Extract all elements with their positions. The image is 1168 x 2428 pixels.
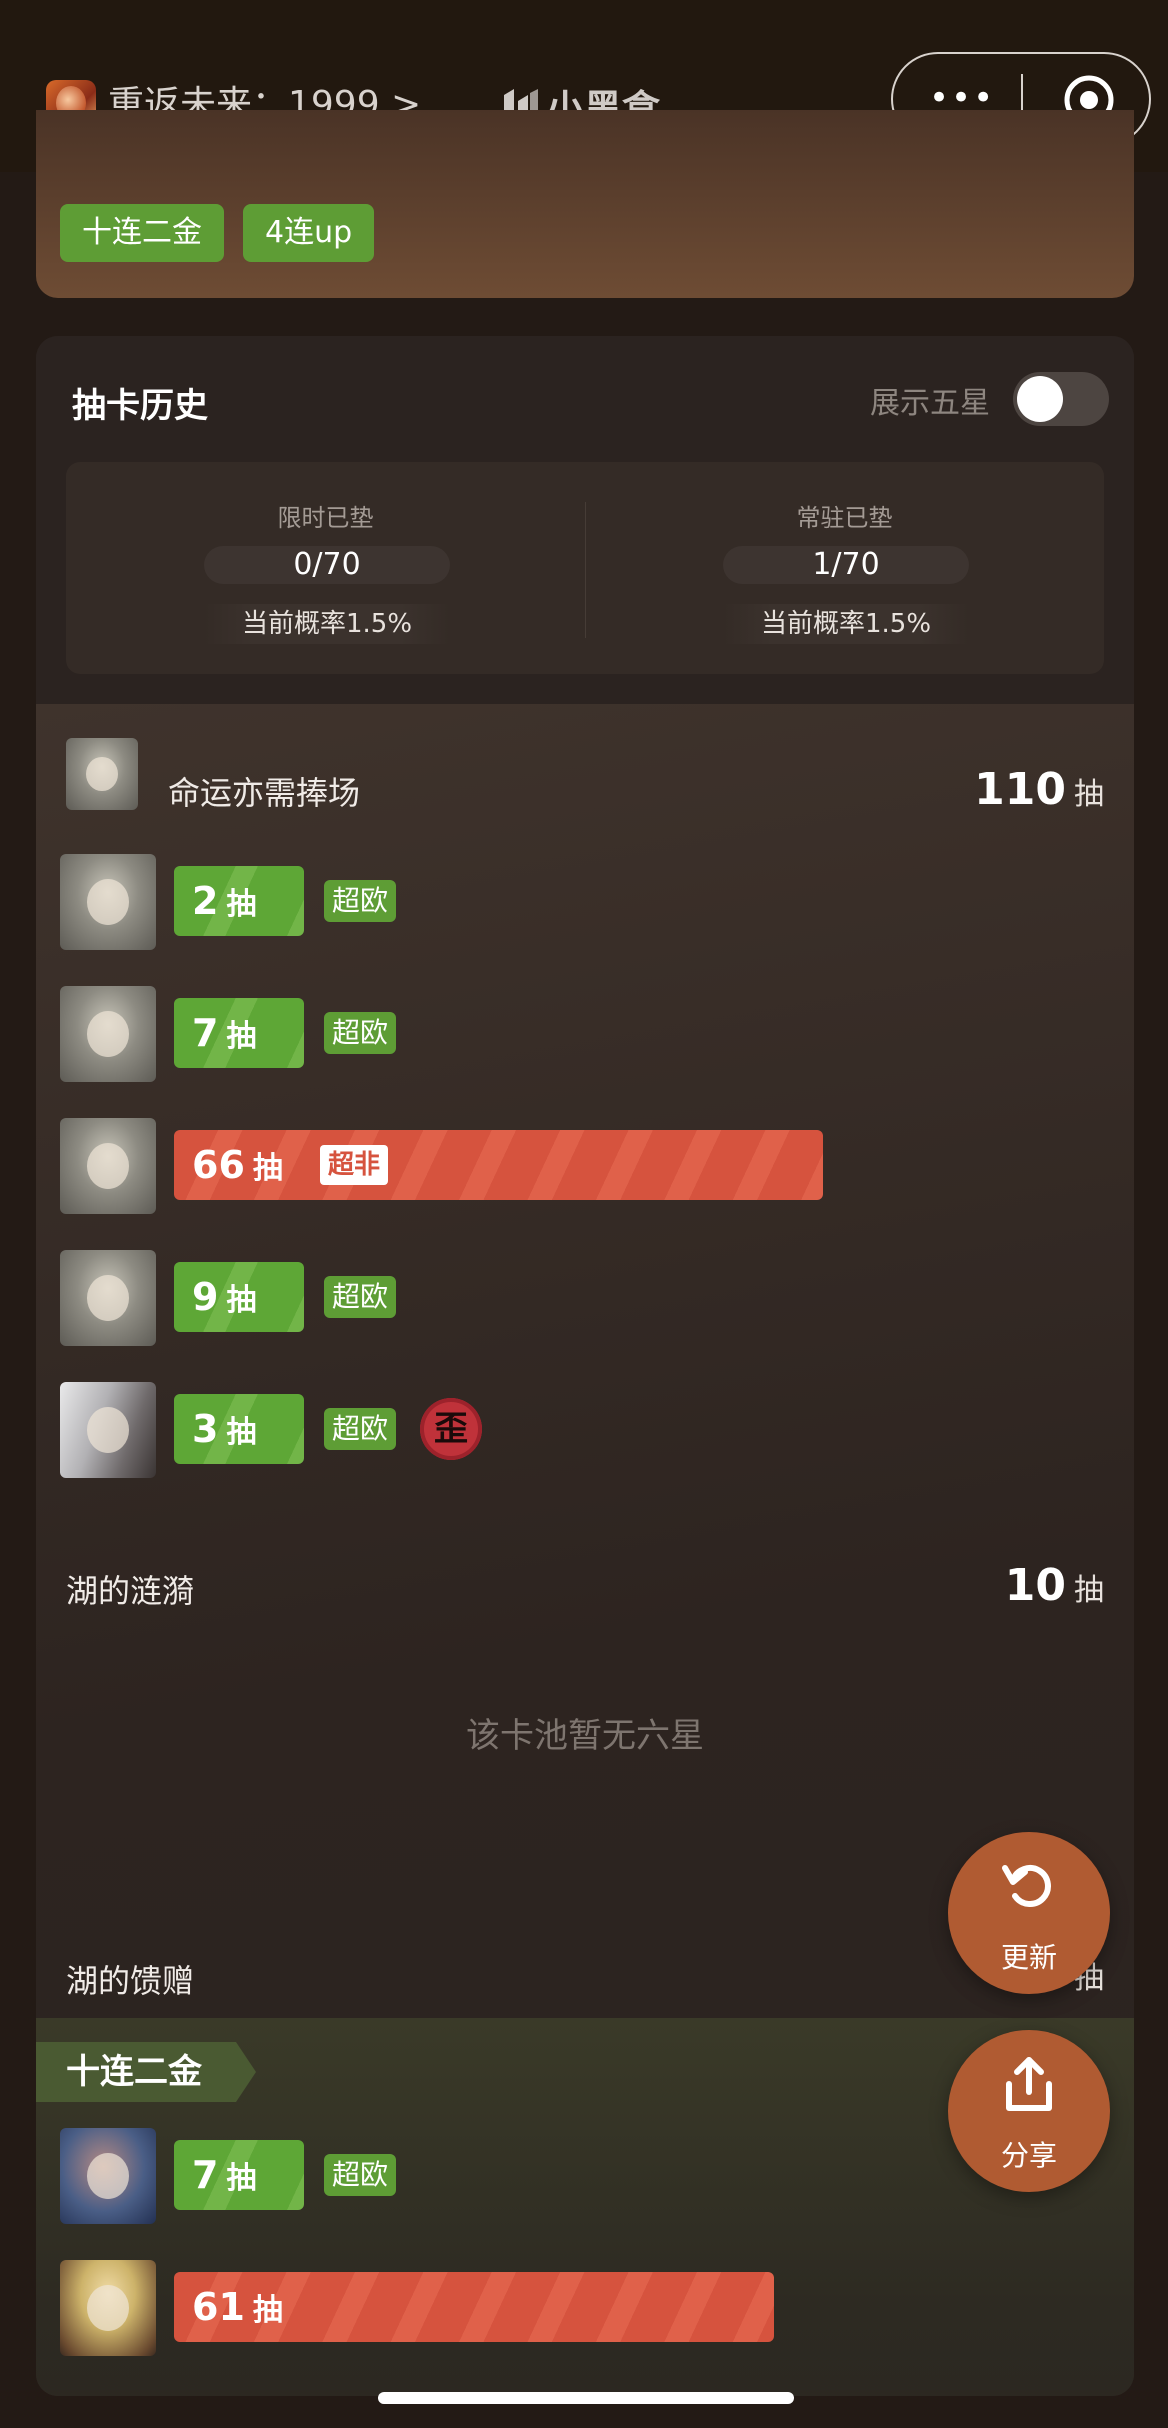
standard-pity-label: 常驻已垫 [796,504,893,532]
lucky-badge: 超欧 [324,880,397,922]
history-header: 抽卡历史 展示五星 限时已垫 0/70 当前概率1.5% 常驻已垫 1/70 当… [36,336,1134,704]
pull-count-bar: 66 抽 [174,1130,823,1200]
avatar-face [86,2152,130,2200]
standard-pity-stat: 常驻已垫 1/70 当前概率1.5% [585,462,1104,674]
pull-count-bar: 2抽 [174,866,304,936]
pool-total-pulls: 110 抽 [974,764,1104,815]
character-avatar [60,2260,156,2356]
home-indicator[interactable] [378,2392,794,2404]
tag-ten-pull-two-gold: 十连二金 [60,204,224,262]
pull-unit: 抽 [226,1415,257,1450]
pull-unit: 抽 [226,1283,257,1318]
pull-count: 7 [192,2153,219,2197]
pool-total-pulls: 10 抽 [1005,1560,1104,1611]
pull-unit: 抽 [226,2161,257,2196]
share-icon [1006,2057,1052,2111]
share-label: 分享 [1000,2139,1057,2172]
pull-unit: 抽 [252,1151,283,1186]
refresh-icon [1002,1865,1051,1907]
refresh-button[interactable]: 更新 [948,1832,1110,1994]
lucky-badge: 超欧 [324,1012,397,1054]
pool-name: 湖的馈赠 [66,1962,195,2000]
toggle-knob [1017,376,1063,422]
standard-pity-value: 1/70 [723,546,969,584]
character-avatar [60,2128,156,2224]
pity-stats: 限时已垫 0/70 当前概率1.5% 常驻已垫 1/70 当前概率1.5% [66,462,1104,674]
avatar-face [86,756,118,792]
limited-pity-stat: 限时已垫 0/70 当前概率1.5% [66,462,585,674]
pool-total-count: 110 [974,764,1066,815]
history-title: 抽卡历史 [72,386,208,426]
refresh-label: 更新 [1000,1941,1057,1974]
share-button[interactable]: 分享 [948,2030,1110,2192]
pull-unit: 抽 [226,1019,257,1054]
avatar-face [86,1274,130,1322]
tag-four-up-streak: 4连up [243,204,375,262]
pull-unit: 抽 [226,887,257,922]
empty-pool-message: 该卡池暂无六星 [466,1716,704,1756]
previous-summary-card: 十连二金 4连up [36,110,1134,298]
limited-pity-value: 0/70 [204,546,450,584]
avatar-face [86,2284,130,2332]
limited-pity-rate: 当前概率1.5% [204,604,450,644]
standard-pity-rate: 当前概率1.5% [723,604,969,644]
pull-count-bar: 7抽 [174,2140,304,2210]
character-avatar [60,986,156,1082]
pool-name: 命运亦需捧场 [168,774,361,812]
lucky-badge: 超欧 [324,2154,397,2196]
limited-pity-label: 限时已垫 [277,504,374,532]
avatar-face [86,1010,130,1058]
off-banner-stamp-icon: 歪 [420,1398,482,1460]
pull-count: 2 [192,879,219,923]
character-avatar [60,1250,156,1346]
avatar-face [86,1142,130,1190]
pull-count: 7 [192,1011,219,1055]
pull-count: 9 [192,1275,219,1319]
pull-count: 3 [192,1407,219,1451]
pull-count-bar: 9抽 [174,1262,304,1332]
pool-total-unit: 抽 [1074,777,1104,812]
pull-count: 66 [192,1143,245,1187]
show-five-star-label: 展示五星 [870,386,990,421]
pool-name: 湖的涟漪 [66,1572,195,1610]
character-avatar [60,1118,156,1214]
pull-unit: 抽 [252,2293,283,2328]
unlucky-badge: 超非 [320,1145,389,1185]
ten-pull-two-gold-ribbon: 十连二金 [36,2042,256,2102]
pull-count-bar: 3抽 [174,1394,304,1464]
show-five-star-toggle[interactable] [1013,372,1109,426]
character-avatar [60,1382,156,1478]
pool-total-count: 10 [1004,1560,1066,1611]
pull-count-bar: 7抽 [174,998,304,1068]
character-avatar [60,854,156,950]
lucky-badge: 超欧 [324,1276,397,1318]
pool-banner-avatar: ★★★★★★ [66,738,138,810]
lucky-badge: 超欧 [324,1408,397,1450]
pool-total-unit: 抽 [1074,1573,1104,1608]
pull-count: 61 [192,2285,245,2329]
pull-count-bar: 61 抽 [174,2272,774,2342]
avatar-face [86,1406,130,1454]
six-star-rating: ★★★★★★ [66,808,138,810]
avatar-face [86,878,130,926]
